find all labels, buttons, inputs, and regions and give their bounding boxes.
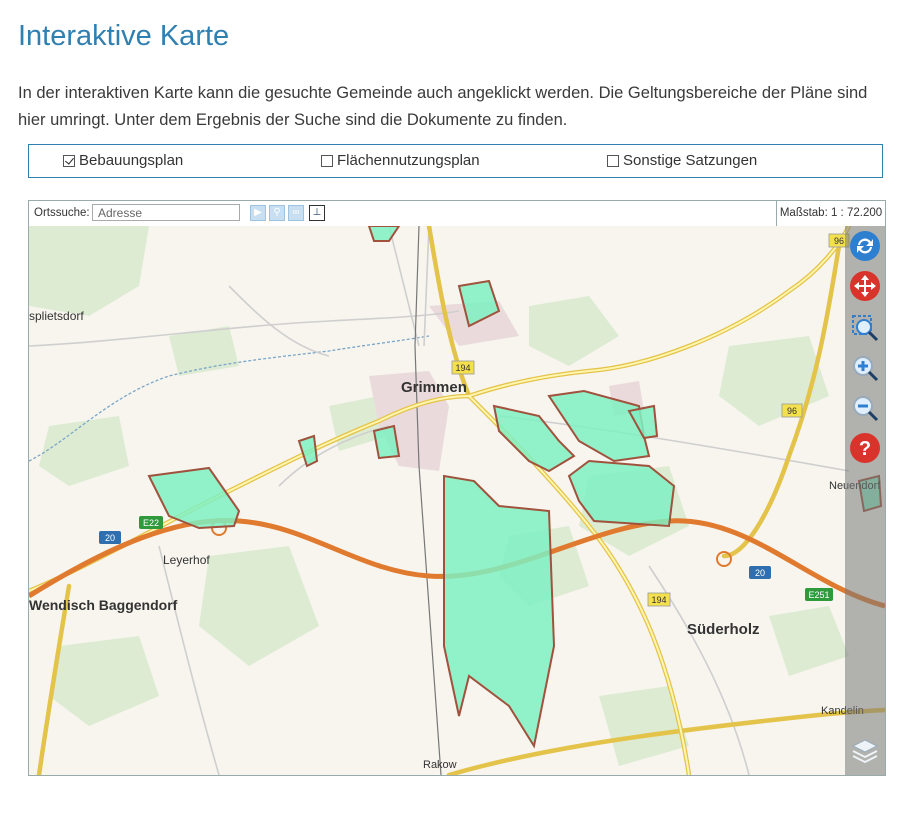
checkbox-sonstige-satzungen[interactable] bbox=[607, 154, 619, 167]
search-label: Ortssuche: bbox=[34, 207, 90, 219]
map-svg[interactable]: 96 96 194 194 20 20 E22 E251 Grimmen spl… bbox=[29, 223, 885, 775]
place-label-spietsdorf: splietsdorf bbox=[29, 309, 84, 323]
filter-label: Bebauungsplan bbox=[79, 152, 184, 169]
road-shield-194-bottom: 194 bbox=[651, 595, 666, 605]
road-shield-194-top: 194 bbox=[455, 363, 470, 373]
map-canvas[interactable]: 96 96 194 194 20 20 E22 E251 Grimmen spl… bbox=[29, 223, 885, 775]
checkbox-bebauungsplan[interactable] bbox=[63, 154, 75, 167]
filter-label: Sonstige Satzungen bbox=[623, 152, 758, 169]
svg-text:?: ? bbox=[859, 438, 871, 460]
road-shield-a20-left: 20 bbox=[105, 533, 115, 543]
road-shield-a20-right: 20 bbox=[755, 568, 765, 578]
road-shield-96-top: 96 bbox=[834, 236, 844, 246]
pan-icon[interactable] bbox=[849, 270, 881, 302]
filter-bebauungsplan[interactable]: Bebauungsplan bbox=[63, 152, 183, 169]
map-tool-sidebar: ? bbox=[845, 226, 885, 775]
zoom-in-icon[interactable] bbox=[849, 352, 881, 384]
pin-icon[interactable]: ⊥ bbox=[309, 205, 325, 221]
place-label-wendisch-baggendorf: Wendisch Baggendorf bbox=[29, 597, 178, 613]
checkbox-flaechennutzungsplan[interactable] bbox=[321, 154, 333, 167]
layers-icon[interactable] bbox=[849, 736, 881, 768]
place-label-rakow: Rakow bbox=[423, 759, 457, 771]
link-icon[interactable]: ∞ bbox=[288, 205, 304, 221]
page-title: Interaktive Karte bbox=[18, 20, 230, 52]
scale-readout: Maßstab: 1 : 72.200 bbox=[776, 201, 885, 226]
address-input[interactable] bbox=[92, 204, 240, 221]
play-icon[interactable]: ▶ bbox=[250, 205, 266, 221]
zoom-out-icon[interactable] bbox=[849, 392, 881, 424]
road-shield-e22: E22 bbox=[143, 518, 159, 528]
place-label-grimmen: Grimmen bbox=[401, 379, 467, 396]
filter-label: Flächennutzungsplan bbox=[337, 152, 480, 169]
map-frame: Ortssuche: ▶ ⚲ ∞ ⊥ Maßstab: 1 : 72.200 bbox=[28, 200, 886, 776]
road-shield-96-mid: 96 bbox=[787, 406, 797, 416]
filter-flaechennutzungsplan[interactable]: Flächennutzungsplan bbox=[321, 152, 480, 169]
plan-area-town bbox=[372, 424, 401, 460]
plan-filter-box: Bebauungsplan Flächennutzungsplan Sonsti… bbox=[28, 144, 883, 178]
filter-sonstige-satzungen[interactable]: Sonstige Satzungen bbox=[607, 152, 757, 169]
intro-text: In der interaktiven Karte kann die gesuc… bbox=[18, 84, 868, 129]
refresh-icon[interactable] bbox=[849, 230, 881, 262]
zoom-box-icon[interactable] bbox=[849, 312, 881, 344]
place-label-leyerhof: Leyerhof bbox=[163, 553, 210, 567]
road-shield-e251: E251 bbox=[808, 590, 829, 600]
place-label-suederholz: Süderholz bbox=[687, 621, 760, 638]
help-icon[interactable]: ? bbox=[849, 432, 881, 464]
search-icon[interactable]: ⚲ bbox=[269, 205, 285, 221]
map-toolbar: Ortssuche: ▶ ⚲ ∞ ⊥ Maßstab: 1 : 72.200 bbox=[29, 201, 885, 227]
